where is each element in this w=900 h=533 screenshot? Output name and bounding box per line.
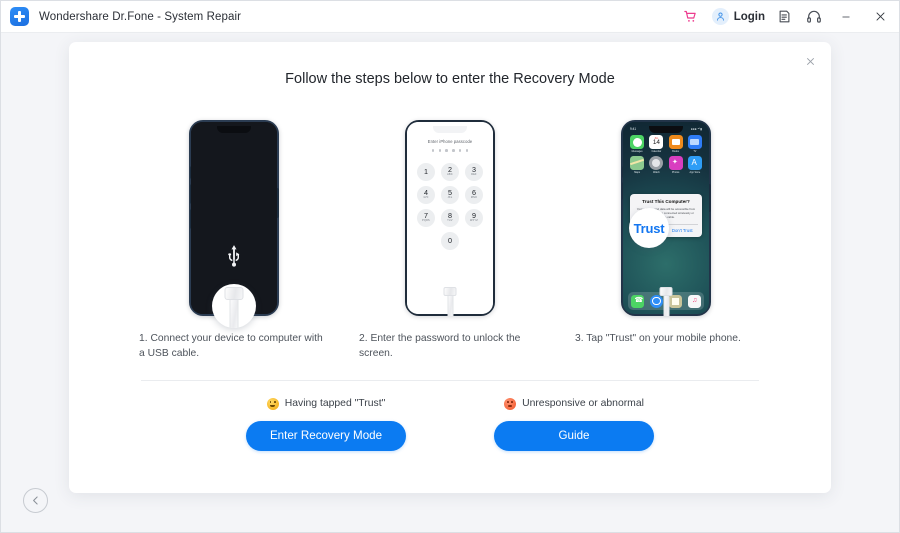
enter-recovery-mode-button[interactable]: Enter Recovery Mode: [246, 420, 406, 451]
app-window: Wondershare Dr.Fone - System Repair Logi…: [0, 0, 900, 533]
dizzy-face-icon: [504, 397, 517, 410]
status-indicators: ●●● ᵜᴵ ▮: [690, 127, 702, 131]
app-maps[interactable]: Maps: [630, 156, 645, 174]
trust-zoom-bubble: Trust: [629, 208, 669, 248]
step-caption: 1. Connect your device to computer with …: [139, 333, 323, 360]
trust-zoom-label: Trust: [633, 220, 665, 236]
trust-dialog-title: Trust This Computer?: [642, 199, 690, 204]
app-watch[interactable]: Watch: [649, 156, 664, 174]
key-2[interactable]: 2 ABC: [441, 162, 459, 181]
step-passcode: Enter iPhone passcode 1 2 ABC 3 DEF 4 GHI 5…: [355, 101, 545, 362]
app-grid: Messages JUL 14 Calendar Books TV Maps W…: [630, 135, 702, 174]
back-button[interactable]: [23, 488, 48, 513]
passcode-dots: [431, 149, 469, 152]
phone-dark: [189, 120, 279, 328]
app-calendar[interactable]: JUL 14 Calendar: [649, 135, 664, 153]
account-icon: [711, 8, 729, 25]
close-icon[interactable]: [799, 50, 821, 72]
cable-zoom-bubble: [212, 284, 256, 328]
cross-logo-icon: [10, 7, 29, 26]
page-title: Follow the steps below to enter the Reco…: [285, 71, 615, 87]
footer-actions: Having tapped "Trust" Enter Recovery Mod…: [69, 397, 831, 451]
action-unresponsive: Unresponsive or abnormal Guide: [494, 397, 654, 451]
step-3-illustration: 9:41 ●●● ᵜᴵ ▮ Messages JUL 14 Calendar B…: [571, 101, 761, 316]
key-0[interactable]: 0: [441, 231, 459, 250]
key-3[interactable]: 3 DEF: [465, 162, 483, 181]
step-caption: 3. Tap "Trust" on your mobile phone.: [575, 333, 741, 344]
action-label: Unresponsive or abnormal: [522, 398, 644, 410]
guide-button[interactable]: Guide: [494, 420, 654, 451]
phone-home-screen: 9:41 ●●● ᵜᴵ ▮ Messages JUL 14 Calendar B…: [621, 120, 711, 316]
minimize-button[interactable]: [829, 1, 863, 33]
step-caption: 2. Enter the password to unlock the scre…: [359, 333, 521, 360]
phone-screen: Enter iPhone passcode 1 2 ABC 3 DEF 4 GHI 5…: [407, 122, 493, 314]
lightning-connector-icon: [443, 287, 457, 316]
key-8[interactable]: 8 TUV: [441, 208, 459, 227]
app-photos[interactable]: ✦ Photos: [668, 156, 683, 174]
steps-row: 1. Connect your device to computer with …: [139, 101, 761, 362]
app-messages[interactable]: Messages: [630, 135, 645, 153]
app-books[interactable]: Books: [668, 135, 683, 153]
lightning-connector-icon: [224, 287, 244, 328]
app-tv[interactable]: TV: [687, 135, 702, 153]
key-6[interactable]: 6 MNO: [465, 185, 483, 204]
support-icon[interactable]: [799, 1, 829, 33]
step-connect: 1. Connect your device to computer with …: [139, 101, 329, 362]
action-tapped-trust: Having tapped "Trust" Enter Recovery Mod…: [246, 397, 406, 451]
action-label: Having tapped "Trust": [284, 398, 386, 410]
arrow-left-icon: [33, 496, 38, 505]
key-9[interactable]: 9 WXYZ: [465, 208, 483, 227]
title-bar: Wondershare Dr.Fone - System Repair Logi…: [1, 1, 899, 33]
titlebar-controls: Login: [676, 1, 899, 33]
divider: [141, 379, 759, 381]
action-label-row: Having tapped "Trust": [266, 397, 386, 410]
account-login-button[interactable]: Login: [711, 8, 765, 25]
key-7[interactable]: 7 PQRS: [417, 208, 435, 227]
close-window-button[interactable]: [863, 1, 897, 33]
step-2-illustration: Enter iPhone passcode 1 2 ABC 3 DEF 4 GHI 5…: [355, 101, 545, 316]
step-trust: 9:41 ●●● ᵜᴵ ▮ Messages JUL 14 Calendar B…: [571, 101, 761, 362]
lightning-connector-icon: [659, 287, 673, 316]
app-appstore[interactable]: A App Store: [687, 156, 702, 174]
key-5[interactable]: 5 JKL: [441, 185, 459, 204]
app-title: Wondershare Dr.Fone - System Repair: [39, 10, 242, 23]
feedback-icon[interactable]: [769, 1, 799, 33]
phone-passcode: Enter iPhone passcode 1 2 ABC 3 DEF 4 GHI 5…: [405, 120, 495, 316]
key-4[interactable]: 4 GHI: [417, 185, 435, 204]
action-label-row: Unresponsive or abnormal: [504, 397, 644, 410]
status-time: 9:41: [630, 127, 637, 131]
key-1[interactable]: 1: [417, 162, 435, 181]
cart-icon[interactable]: [676, 1, 706, 33]
passcode-prompt: Enter iPhone passcode: [427, 139, 473, 144]
step-1-illustration: [139, 101, 329, 328]
passcode-keypad[interactable]: 1 2 ABC 3 DEF 4 GHI 5 JKL 6 MNO 7 PQRS 8 TUV 9W…: [417, 162, 483, 250]
dock-music[interactable]: ♫: [688, 294, 701, 308]
dont-trust-button[interactable]: Don't Trust: [667, 225, 699, 237]
dock-phone[interactable]: ☎: [631, 294, 644, 308]
login-label: Login: [733, 10, 765, 23]
usb-trident-icon: [228, 245, 240, 268]
recovery-mode-dialog: Follow the steps below to enter the Reco…: [69, 42, 831, 493]
notch: [217, 125, 251, 133]
happy-face-icon: [266, 397, 279, 410]
